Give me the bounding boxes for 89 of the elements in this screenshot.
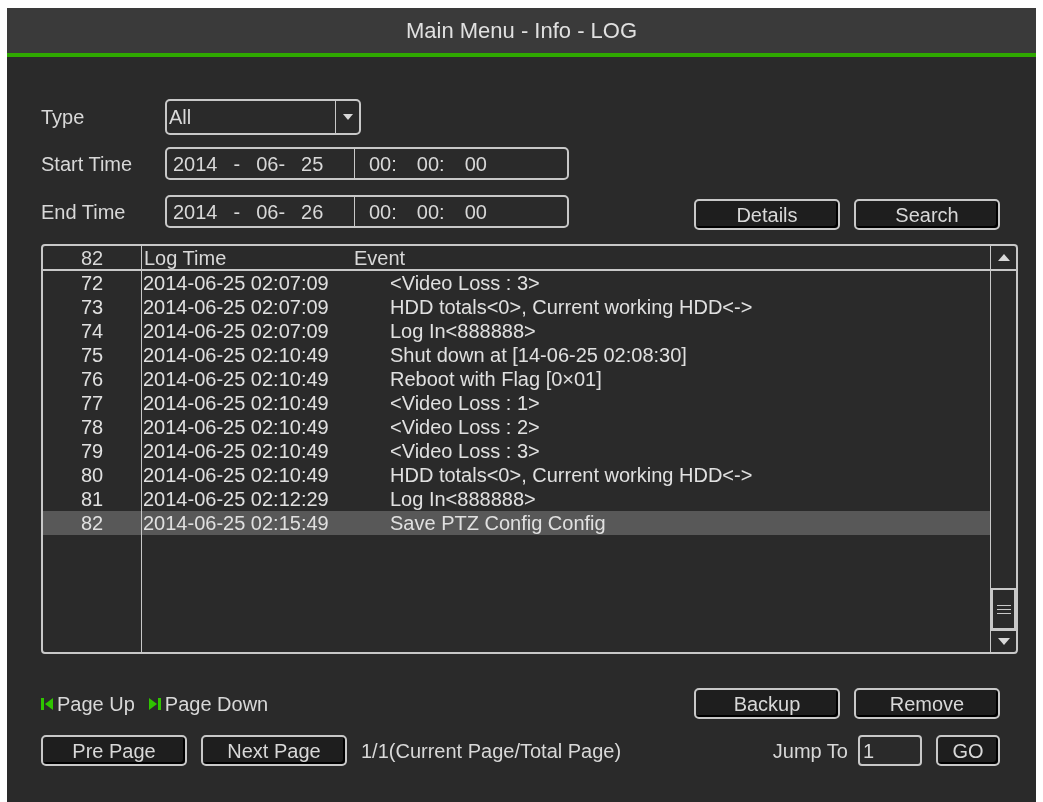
- table-cell-text: 2014-06-25 02:07:09: [142, 319, 330, 344]
- table-cell-text: 2014-06-25 02:15:49: [142, 511, 330, 536]
- log-row[interactable]: 72 2014-06-25 02:07:09 <Video Loss : 3>: [43, 271, 990, 295]
- table-cell-text: 77: [79, 391, 105, 416]
- scroll-up-icon[interactable]: [997, 254, 1010, 261]
- remove-button[interactable]: Remove: [854, 688, 1000, 719]
- scroll-thumb[interactable]: [991, 588, 1016, 630]
- table-cell-text: Reboot with Flag [0×01]: [390, 367, 602, 392]
- field-value: 1: [863, 738, 875, 764]
- column-header: Log Time: [144, 245, 228, 271]
- table-cell-text: 79: [79, 439, 105, 464]
- time-part: 00:: [369, 151, 397, 177]
- table-cell-text: 82: [79, 511, 105, 536]
- page-up-hint: Page Up: [57, 691, 135, 717]
- log-row[interactable]: 73 2014-06-25 02:07:09 HDD totals<0>, Current working HDD<->: [43, 295, 990, 319]
- table-cell-text: Log In<888888>: [390, 487, 536, 512]
- time-part: 00:: [416, 199, 445, 225]
- next-page-button[interactable]: Next Page: [201, 735, 347, 766]
- table-cell-text: 2014-06-25 02:07:09: [142, 295, 330, 320]
- start-time-label: Start Time: [41, 151, 134, 177]
- log-row[interactable]: 76 2014-06-25 02:10:49 Reboot with Flag [0×01]: [43, 367, 990, 391]
- end-time-label: End Time: [41, 199, 127, 225]
- table-cell-text: 2014-06-25 02:10:49: [142, 415, 330, 440]
- table-cell-text: <Video Loss : 1>: [390, 391, 540, 416]
- time-part: 00:: [416, 151, 445, 177]
- jump-to-field[interactable]: 1: [858, 735, 922, 766]
- table-cell-text: 74: [79, 319, 105, 344]
- type-dropdown[interactable]: All: [165, 99, 361, 135]
- log-row[interactable]: 82 2014-06-25 02:15:49 Save PTZ Config Config: [43, 511, 990, 535]
- log-row[interactable]: 80 2014-06-25 02:10:49 HDD totals<0>, Current working HDD<->: [43, 463, 990, 487]
- backup-button[interactable]: Backup: [694, 688, 840, 719]
- table-cell-text: 2014-06-25 02:10:49: [142, 439, 330, 464]
- table-cell-text: <Video Loss : 2>: [390, 415, 540, 440]
- date-part: 25: [301, 151, 324, 177]
- log-row[interactable]: 75 2014-06-25 02:10:49 Shut down at [14-06-25 02:08:30]: [43, 343, 990, 367]
- table-cell-text: 2014-06-25 02:12:29: [142, 487, 330, 512]
- dropdown-value: All: [168, 105, 193, 130]
- table-cell-text: <Video Loss : 3>: [390, 271, 540, 296]
- table-cell-text: 2014-06-25 02:10:49: [142, 391, 330, 416]
- date-part: 06-: [256, 199, 286, 225]
- time-part: 00: [464, 199, 487, 225]
- table-cell-text: Shut down at [14-06-25 02:08:30]: [390, 343, 687, 368]
- scrollbar[interactable]: [990, 246, 1016, 652]
- table-cell-text: 2014-06-25 02:10:49: [142, 367, 330, 392]
- page-down-hint: Page Down: [164, 691, 269, 717]
- search-button[interactable]: Search: [854, 199, 1000, 230]
- table-cell-text: 72: [79, 271, 105, 296]
- pre-page-button[interactable]: Pre Page: [41, 735, 187, 766]
- scroll-down-icon[interactable]: [997, 638, 1010, 645]
- date-part: 2014: [173, 151, 218, 177]
- details-button[interactable]: Details: [694, 199, 840, 230]
- table-cell-text: <Video Loss : 3>: [390, 439, 540, 464]
- window-title: Main Menu - Info - LOG: [405, 17, 638, 45]
- time-part: 00:: [369, 199, 397, 225]
- go-button[interactable]: GO: [936, 735, 1000, 766]
- table-cell-text: 2014-06-25 02:07:09: [142, 271, 330, 296]
- skip-back-icon: [41, 696, 53, 711]
- start-time-field[interactable]: 2014 - 06- 25 00: 00: 00: [165, 147, 569, 180]
- end-time-field[interactable]: 2014 - 06- 26 00: 00: 00: [165, 195, 569, 228]
- table-cell-text: Save PTZ Config Config: [390, 511, 606, 536]
- skip-forward-icon: [148, 696, 161, 711]
- date-part: -: [233, 199, 241, 225]
- page-info: 1/1(Current Page/Total Page): [361, 738, 622, 764]
- column-header: 82: [79, 245, 105, 271]
- table-cell-text: 75: [79, 343, 105, 368]
- log-row[interactable]: 81 2014-06-25 02:12:29 Log In<888888>: [43, 487, 990, 511]
- table-cell-text: 73: [79, 295, 105, 320]
- date-part: 26: [301, 199, 324, 225]
- log-row[interactable]: 78 2014-06-25 02:10:49 <Video Loss : 2>: [43, 415, 990, 439]
- caret-icon: [342, 114, 353, 120]
- log-row[interactable]: 77 2014-06-25 02:10:49 <Video Loss : 1>: [43, 391, 990, 415]
- table-cell-text: 76: [79, 367, 105, 392]
- type-label: Type: [41, 105, 86, 130]
- table-cell-text: 78: [79, 415, 105, 440]
- log-row[interactable]: 74 2014-06-25 02:07:09 Log In<888888>: [43, 319, 990, 343]
- log-row[interactable]: 79 2014-06-25 02:10:49 <Video Loss : 3>: [43, 439, 990, 463]
- jump-to-label: Jump To: [772, 738, 848, 764]
- table-cell-text: 80: [79, 463, 105, 488]
- table-cell-text: HDD totals<0>, Current working HDD<->: [390, 295, 753, 320]
- date-part: 2014: [173, 199, 218, 225]
- table-cell-text: 2014-06-25 02:10:49: [142, 343, 330, 368]
- column-header: Event: [354, 245, 406, 271]
- table-cell-text: HDD totals<0>, Current working HDD<->: [390, 463, 753, 488]
- date-part: -: [233, 151, 241, 177]
- table-cell-text: 2014-06-25 02:10:49: [142, 463, 330, 488]
- table-cell-text: Log In<888888>: [390, 319, 536, 344]
- date-part: 06-: [256, 151, 286, 177]
- table-cell-text: 81: [79, 487, 105, 512]
- time-part: 00: [464, 151, 487, 177]
